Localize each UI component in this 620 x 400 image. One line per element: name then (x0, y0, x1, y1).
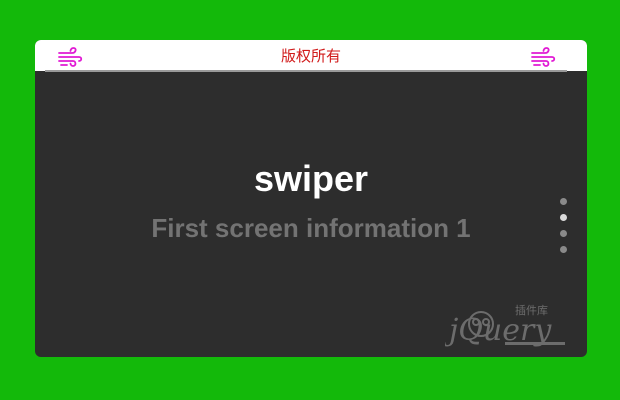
pagination-bullet[interactable] (560, 198, 567, 205)
slide-subtitle: First screen information 1 (151, 213, 471, 243)
top-bar: 版权所有 (35, 40, 587, 72)
page-title: 版权所有 (280, 47, 341, 65)
watermark-subtext: 插件库 (515, 303, 548, 317)
jquery-watermark-logo: jQuery 插件库 (443, 300, 580, 350)
wind-icon[interactable] (530, 47, 556, 67)
pagination-bullet[interactable] (560, 214, 567, 221)
pagination (560, 198, 568, 262)
slide-title: swiper (253, 158, 369, 199)
swiper-container: 版权所有 swiper First screen information 1 j… (35, 40, 587, 357)
pagination-bullet[interactable] (560, 230, 567, 237)
pagination-bullet[interactable] (560, 246, 567, 253)
